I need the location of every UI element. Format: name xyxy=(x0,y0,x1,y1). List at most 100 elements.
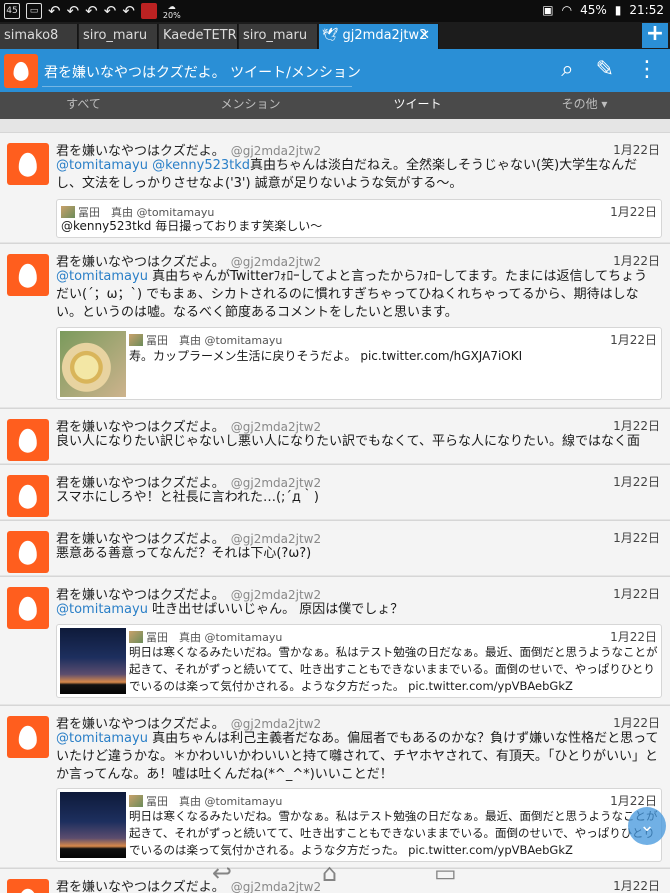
quote-text: 寿。カップラーメン生活に戻りそうだよ。 pic.twitter.com/hGXJ… xyxy=(129,349,523,363)
tweet-date: 1月22日 xyxy=(613,475,660,489)
title-dropdown-underline xyxy=(42,86,352,87)
mention-link[interactable]: @tomitamayu xyxy=(56,602,148,617)
tweet-date: 1月22日 xyxy=(613,143,660,157)
avatar xyxy=(61,206,75,218)
tab-more[interactable]: その他 ▾ xyxy=(501,92,668,117)
compose-icon[interactable]: ✎ xyxy=(596,57,614,82)
tweet[interactable]: 君を嫌いなやつはクズだよ。 @gj2mda2jtw2 1月22日 良い人になりたい… xyxy=(0,408,670,463)
avatar xyxy=(129,795,143,807)
overflow-menu-icon[interactable]: ⋮ xyxy=(636,57,658,82)
tweet-date: 1月22日 xyxy=(613,254,660,268)
tab-label: gj2mda2jtw2 xyxy=(342,28,428,43)
tweet[interactable]: 君を嫌いなやつはクズだよ。 @gj2mda2jtw2 1月22日 @tomitam… xyxy=(0,705,670,867)
quoted-tweet[interactable]: 冨田 真由 @tomitamayu 1月22日 寿。カップラーメン生活に戻りそう… xyxy=(56,327,662,400)
tweet-text: スマホにしろや！と社長に言われた…(;´д｀) xyxy=(56,490,319,505)
mention-link[interactable]: @tomitamayu xyxy=(56,269,148,284)
tweet-date: 1月22日 xyxy=(613,716,660,730)
tab-account[interactable]: siro_maru xyxy=(239,24,318,49)
egg-icon xyxy=(18,540,38,565)
egg-icon xyxy=(18,263,38,288)
avatar xyxy=(129,631,143,643)
quoted-tweet[interactable]: 冨田 真由 @tomitamayu 1月22日 @kenny523tkd 毎日撮… xyxy=(56,199,662,238)
battery-level: 45% xyxy=(580,3,607,17)
quote-author-name: 冨田 真由 xyxy=(146,631,201,644)
tweet-text: @tomitamayu 吐き出せばいいじゃん。 原因は僕でしょ？ xyxy=(56,601,660,619)
tab-account[interactable]: siro_maru xyxy=(79,24,158,49)
tab-label: siro_maru xyxy=(83,28,148,43)
tweet-text: @tomitamayu 真由ちゃんは利己主義者だなあ。偏屈者でもあるのかな？負け… xyxy=(56,730,660,784)
system-nav-bar: ↩ ⌂ ▭ xyxy=(0,857,670,893)
quoted-tweet[interactable]: 冨田 真由 @tomitamayu 1月22日 明日は寒くなるみたいだね。雪かな… xyxy=(56,624,662,698)
quoted-tweet[interactable]: 冨田 真由 @tomitamayu 1月22日 明日は寒くなるみたいだね。雪かな… xyxy=(56,788,662,862)
wifi-icon: ◠ xyxy=(561,3,573,17)
avatar[interactable] xyxy=(7,419,49,461)
quote-screen-name: @tomitamayu xyxy=(204,334,283,347)
tweet-image-thumbnail[interactable] xyxy=(60,331,126,397)
gallery-icon: ▣ xyxy=(542,3,554,17)
avatar[interactable] xyxy=(7,531,49,573)
tweet-image-thumbnail[interactable] xyxy=(60,628,126,694)
tweet[interactable]: 君を嫌いなやつはクズだよ。 @gj2mda2jtw2 1月22日 @tomitam… xyxy=(0,243,670,407)
reply-icon: ↶ xyxy=(48,2,61,20)
status-bar: 45 ▭ ↶ ↶ ↶ ↶ ↶ ☁ 20% ▣ ◠ 45% ▮ 21:52 xyxy=(0,0,670,22)
page-title[interactable]: 君を嫌いなやつはクズだよ。 ツイート/メンション xyxy=(44,62,361,82)
tab-label: KaedeTETR... xyxy=(163,28,237,43)
egg-icon xyxy=(18,725,38,750)
egg-icon xyxy=(18,596,38,621)
tweet-date: 1月22日 xyxy=(613,587,660,601)
quote-screen-name: @tomitamayu xyxy=(204,795,283,808)
tab-account[interactable]: simako8 xyxy=(0,24,78,49)
reply-icon: ↶ xyxy=(103,2,117,20)
avatar xyxy=(129,334,143,346)
avatar[interactable] xyxy=(7,143,49,185)
close-icon[interactable]: ✕ xyxy=(419,24,430,48)
tweet[interactable]: 君を嫌いなやつはクズだよ。 @gj2mda2jtw2 1月22日 悪意ある善意って… xyxy=(0,520,670,575)
search-icon[interactable]: ⌕ xyxy=(561,57,573,82)
tab-label: simako8 xyxy=(4,28,59,43)
tweet-screen-name: @gj2mda2jtw2 xyxy=(230,144,322,158)
recent-apps-icon[interactable]: ▭ xyxy=(434,859,457,887)
tweet-date: 1月22日 xyxy=(613,419,660,433)
avatar[interactable] xyxy=(7,716,49,758)
reply-icon: ↶ xyxy=(66,2,80,20)
reply-icon: ↶ xyxy=(85,2,98,20)
home-icon[interactable]: ⌂ xyxy=(322,859,337,887)
tweet-screen-name: @gj2mda2jtw2 xyxy=(230,532,322,546)
tweet[interactable]: 君を嫌いなやつはクズだよ。 @gj2mda2jtw2 1月22日 @tomitam… xyxy=(0,132,670,242)
tab-all[interactable]: すべて xyxy=(0,92,167,117)
egg-icon xyxy=(13,61,29,81)
app-icon xyxy=(140,3,157,19)
quote-author-name: 冨田 真由 xyxy=(146,334,201,347)
tweet-text: 悪意ある善意ってなんだ？それは下心(?ω?) xyxy=(56,546,312,561)
quote-author-name: 冨田 真由 xyxy=(146,795,201,808)
tweet[interactable]: 君を嫌いなやつはクズだよ。 @gj2mda2jtw2 1月22日 スマホにしろや！… xyxy=(0,464,670,519)
avatar[interactable] xyxy=(4,54,38,88)
timeline[interactable]: 君を嫌いなやつはクズだよ。 @gj2mda2jtw2 1月22日 @tomitam… xyxy=(0,119,670,893)
tab-tweets[interactable]: ツイート xyxy=(334,92,501,117)
avatar[interactable] xyxy=(7,587,49,629)
quote-screen-name: @tomitamayu xyxy=(204,631,283,644)
mention-link[interactable]: @tomitamayu xyxy=(56,731,148,746)
quote-date: 1月22日 xyxy=(610,333,657,347)
back-icon[interactable]: ↩ xyxy=(212,859,232,887)
status-system: ▣ ◠ 45% ▮ 21:52 xyxy=(542,3,664,17)
tab-account[interactable]: KaedeTETR... xyxy=(159,24,238,49)
quote-text: 明日は寒くなるみたいだね。雪かなぁ。私はテスト勉強の日だなぁ。最近、面倒だと思う… xyxy=(129,645,658,693)
quote-author: 冨田 真由 @tomitamayu xyxy=(129,793,282,809)
tab-label: siro_maru xyxy=(243,28,308,43)
status-notifications: 45 ▭ ↶ ↶ ↶ ↶ ↶ ☁ 20% xyxy=(4,2,181,20)
tweet[interactable]: 君を嫌いなやつはクズだよ。 @gj2mda2jtw2 1月22日 @tomitam… xyxy=(0,576,670,704)
tweet-image-thumbnail[interactable] xyxy=(60,792,126,858)
tab-mentions[interactable]: メンション xyxy=(167,92,334,117)
quote-author: 冨田 真由 @tomitamayu xyxy=(129,629,282,645)
tweet-text: 良い人になりたい訳じゃないし悪い人になりたい訳でもなくて、平らな人になりたい。線… xyxy=(56,434,640,449)
quote-author: 冨田 真由 @tomitamayu xyxy=(129,332,282,348)
mention-link[interactable]: @tomitamayu @kenny523tkd xyxy=(56,158,250,173)
avatar[interactable] xyxy=(7,475,49,517)
egg-icon xyxy=(18,428,38,453)
add-tab-button[interactable]: + xyxy=(642,23,668,48)
scroll-to-bottom-button[interactable]: ⌄ xyxy=(628,807,666,845)
avatar[interactable] xyxy=(7,254,49,296)
reply-icon: ↶ xyxy=(122,2,135,20)
tab-account-active[interactable]: 🕊 gj2mda2jtw2 ✕ xyxy=(319,24,439,49)
